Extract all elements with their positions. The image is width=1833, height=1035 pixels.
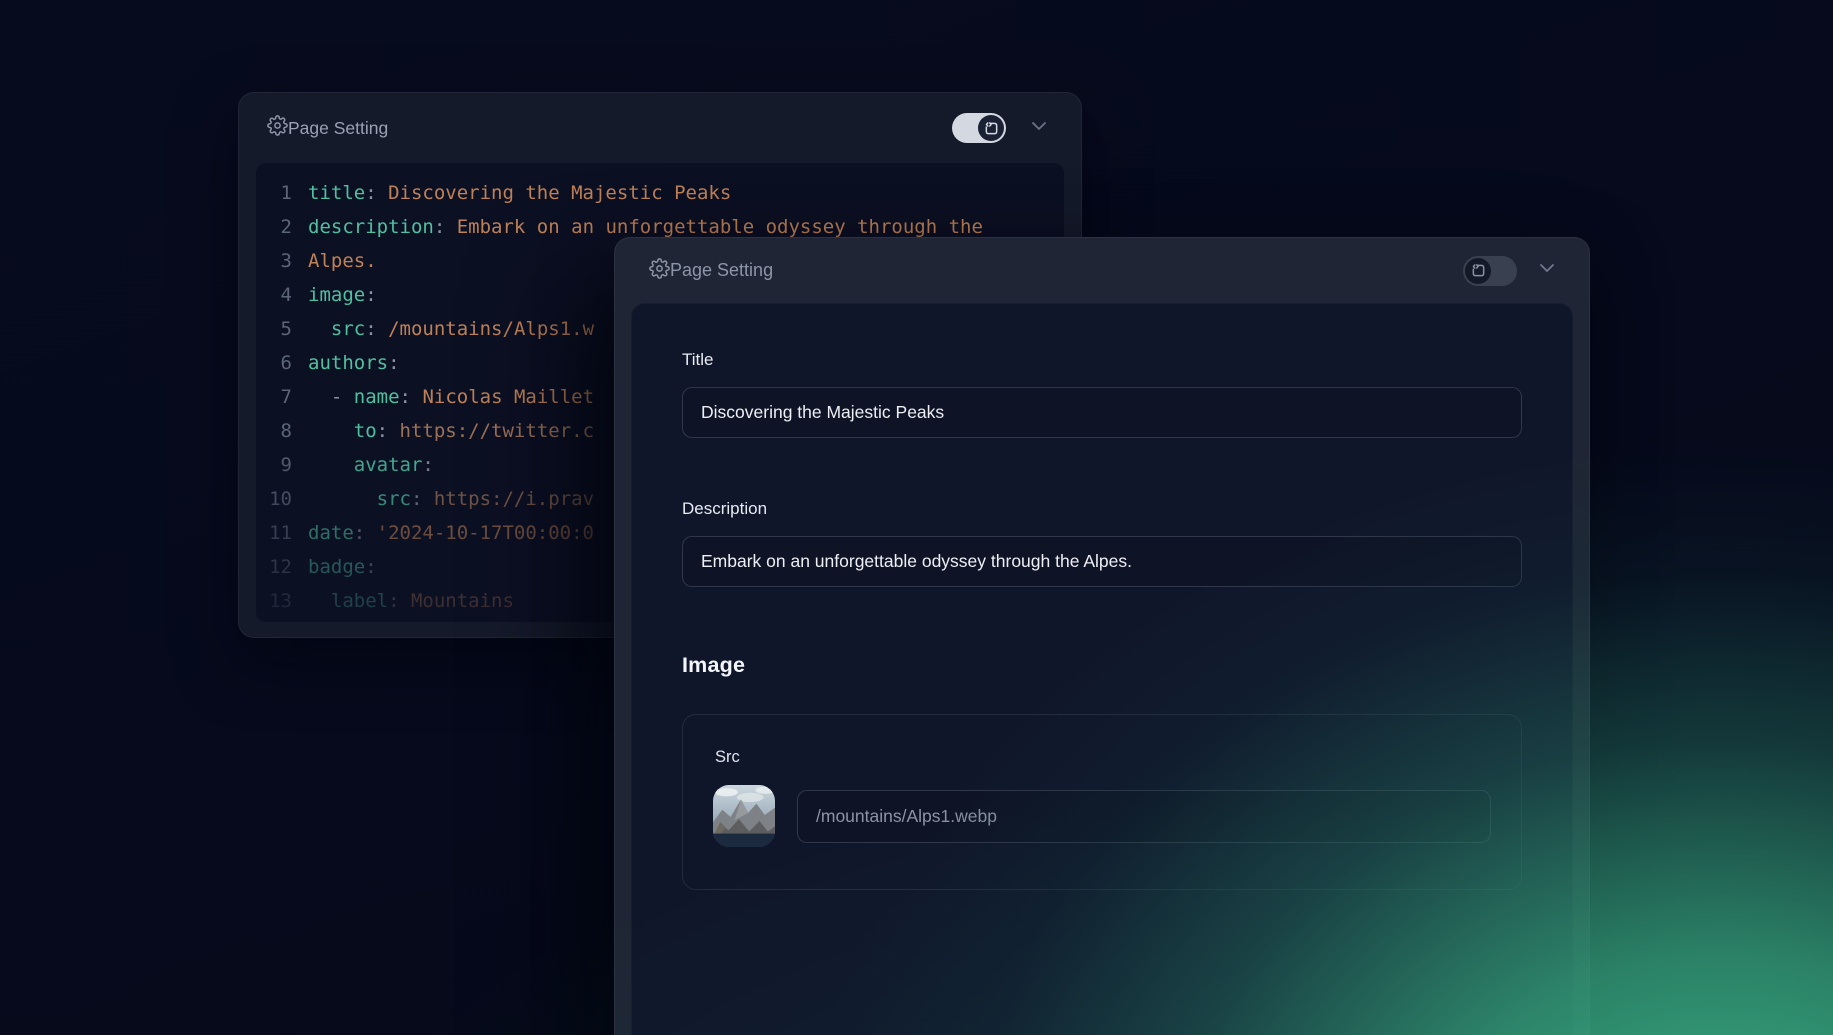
title-field: Title [682,350,1522,438]
code-view-toggle[interactable] [952,113,1006,143]
description-field: Description [682,499,1522,587]
image-src-input[interactable] [797,790,1491,843]
form-content: Title Description Image Src [631,303,1573,1035]
description-label: Description [682,499,1522,519]
code-block-icon [1465,258,1491,284]
code-block-icon [978,115,1004,141]
title-label: Title [682,350,1522,370]
line-number: 9 [256,448,308,482]
form-panel-header: Page Setting [615,238,1589,303]
form-panel: Page Setting [614,237,1590,1035]
title-input[interactable] [682,387,1522,438]
line-number: 7 [256,380,308,414]
image-section-heading: Image [682,653,1522,678]
code-view-toggle[interactable] [1463,256,1517,286]
line-number: 1 [256,176,308,210]
gear-icon [649,258,670,284]
mountain-thumbnail[interactable] [713,785,775,847]
editor-panel-title: Page Setting [288,118,388,139]
code-line[interactable]: 1title: Discovering the Majestic Peaks [256,176,1064,210]
editor-panel-header: Page Setting [239,93,1081,163]
line-number: 3 [256,244,308,278]
src-label: Src [715,748,1491,767]
form-panel-title: Page Setting [670,260,773,281]
line-number: 12 [256,550,308,584]
line-number: 8 [256,414,308,448]
chevron-down-icon[interactable] [1535,256,1559,285]
desktop-background: Page Setting [0,0,1833,1035]
image-card: Src [682,714,1522,890]
description-input[interactable] [682,536,1522,587]
line-number: 2 [256,210,308,244]
line-number: 6 [256,346,308,380]
gear-icon [267,115,288,141]
line-number: 10 [256,482,308,516]
line-number: 4 [256,278,308,312]
chevron-down-icon[interactable] [1027,114,1051,143]
line-number: 5 [256,312,308,346]
line-number: 13 [256,584,308,618]
line-number: 11 [256,516,308,550]
